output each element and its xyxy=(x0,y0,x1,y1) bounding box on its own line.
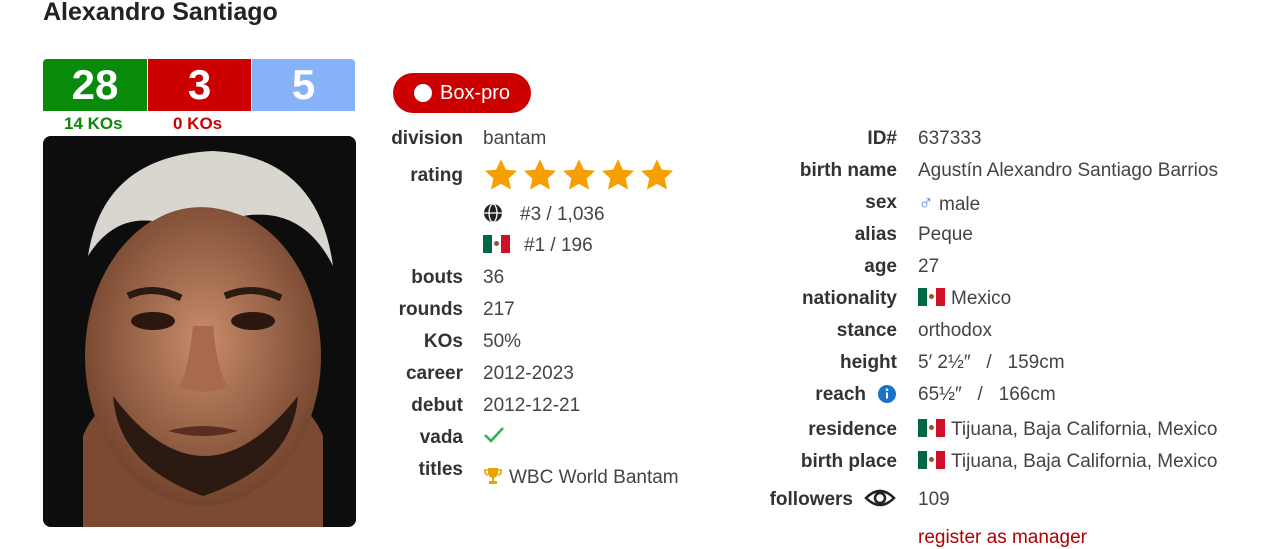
id-value: 637333 xyxy=(918,128,982,149)
country-rank-value: #1 / 196 xyxy=(524,235,593,256)
mexico-flag-icon xyxy=(918,419,945,437)
wins-count: 28 xyxy=(43,59,147,111)
world-rank[interactable]: #3 / 1,036 xyxy=(483,203,605,226)
star-icon xyxy=(484,159,518,190)
nationality-text: Mexico xyxy=(951,288,1012,309)
rounds-label: rounds xyxy=(398,299,463,320)
birthplace-text: Tijuana, Baja California, Mexico xyxy=(951,451,1218,472)
height-label: height xyxy=(840,352,897,373)
world-rank-value: #3 / 1,036 xyxy=(520,204,605,225)
draws-count: 5 xyxy=(252,59,355,111)
info-circle-icon xyxy=(878,385,896,403)
star-icon xyxy=(523,159,557,190)
id-label: ID# xyxy=(867,128,897,149)
birthname-label: birth name xyxy=(799,160,897,181)
star-icon xyxy=(640,159,674,190)
age-value: 27 xyxy=(918,256,940,277)
box-pro-badge[interactable]: Box-pro xyxy=(393,73,531,113)
mexico-flag-icon xyxy=(483,235,510,253)
career-label: career xyxy=(405,363,463,384)
register-manager-link[interactable]: register as manager xyxy=(918,527,1087,549)
sex-label: sex xyxy=(865,192,897,213)
career-value: 2012-2023 xyxy=(483,363,574,384)
debut-value: 2012-12-21 xyxy=(483,395,581,416)
star-icon xyxy=(562,159,596,190)
mexico-flag-icon xyxy=(918,451,945,469)
rounds-value: 217 xyxy=(483,299,515,320)
user-icon xyxy=(413,84,432,102)
sex-text: male xyxy=(939,194,981,215)
kos-value: 50% xyxy=(483,331,522,352)
debut-label: debut xyxy=(411,395,463,416)
sex-value: ♂ male xyxy=(918,192,980,216)
titles-label: titles xyxy=(418,459,463,480)
stance-value: orthodox xyxy=(918,320,992,341)
star-icon xyxy=(601,159,635,190)
residence-label: residence xyxy=(808,419,897,440)
bouts-value: 36 xyxy=(483,267,505,288)
division-label: division xyxy=(391,128,463,149)
followers-label: followers xyxy=(769,489,853,510)
rating-label: rating xyxy=(410,165,463,186)
nationality-label: nationality xyxy=(801,288,897,309)
eye-icon xyxy=(864,489,896,507)
birthplace-label: birth place xyxy=(800,451,897,472)
loss-kos: 0 KOs xyxy=(173,114,223,133)
followers-value: 109 xyxy=(918,489,950,510)
kos-label: KOs xyxy=(423,331,463,352)
birthname-value: Agustín Alexandro Santiago Barrios xyxy=(918,160,1218,181)
height-value: 5′ 2½″ / 159cm xyxy=(918,352,1065,373)
reach-value: 65½″ / 166cm xyxy=(918,384,1056,405)
info-icon[interactable] xyxy=(877,384,897,410)
division-value: bantam xyxy=(483,128,547,149)
check-icon xyxy=(484,427,504,443)
stance-label: stance xyxy=(836,320,897,341)
country-rank[interactable]: #1 / 196 xyxy=(483,235,593,257)
bouts-label: bouts xyxy=(411,267,463,288)
vada-check xyxy=(483,425,505,451)
mexico-flag-icon xyxy=(918,288,945,306)
reach-label: reach xyxy=(815,384,866,405)
badge-label: Box-pro xyxy=(439,81,511,104)
boxer-name: Alexandro Santiago xyxy=(43,0,278,26)
alias-label: alias xyxy=(854,224,897,245)
residence-value[interactable]: Tijuana, Baja California, Mexico xyxy=(918,419,1217,441)
trophy-icon xyxy=(484,468,502,484)
male-icon: ♂ xyxy=(918,192,934,215)
vada-label: vada xyxy=(419,427,463,448)
title-item[interactable]: WBC World Bantam xyxy=(483,466,679,489)
residence-text: Tijuana, Baja California, Mexico xyxy=(951,419,1218,440)
losses-count: 3 xyxy=(148,59,251,111)
title-value: WBC World Bantam xyxy=(509,467,679,488)
age-label: age xyxy=(864,256,897,277)
win-kos: 14 KOs xyxy=(64,114,123,133)
globe-icon xyxy=(484,203,502,223)
birthplace-value[interactable]: Tijuana, Baja California, Mexico xyxy=(918,451,1217,473)
alias-value: Peque xyxy=(918,224,973,245)
nationality-value[interactable]: Mexico xyxy=(918,288,1011,310)
rating-stars xyxy=(483,157,675,193)
follow-eye-button[interactable] xyxy=(864,484,896,518)
